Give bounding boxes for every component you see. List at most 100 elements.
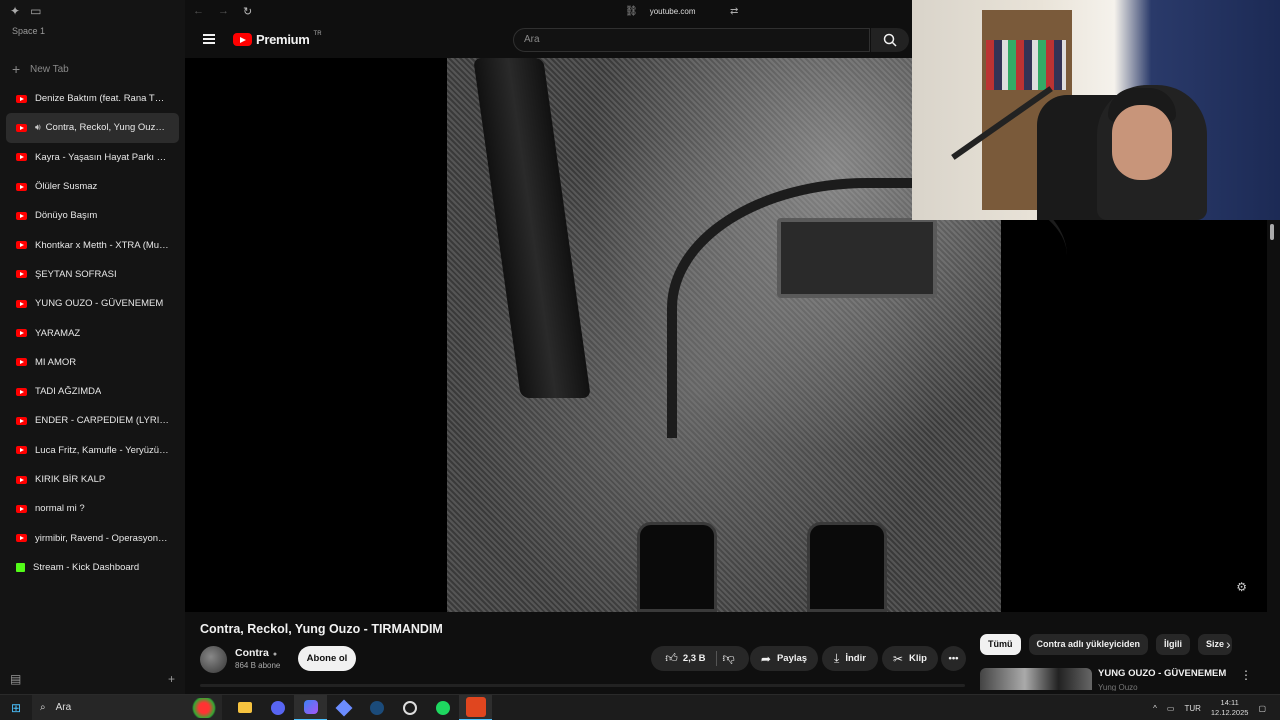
like-count: 2,3 B bbox=[682, 653, 706, 664]
back-icon[interactable]: ← bbox=[193, 5, 204, 18]
site-settings-icon[interactable]: ⇄ bbox=[730, 6, 738, 17]
recommended-video-title[interactable]: YUNG OUZO - GÜVENEMEM bbox=[1098, 668, 1226, 679]
archive-icon[interactable]: ▤ bbox=[10, 672, 21, 686]
channel-name[interactable]: Contra ● bbox=[235, 647, 277, 659]
logo-text: Premium bbox=[256, 32, 310, 47]
sidebar-tab-title: Denize Baktım (feat. Rana Türkyıl... bbox=[35, 93, 169, 105]
sidebar-tab-title: Contra, Reckol, Yung Ouzo -... bbox=[45, 122, 169, 134]
sidebar-tab[interactable]: ŞEYTAN SOFRASI bbox=[6, 260, 179, 289]
sidebar-tab-title: KIRIK BİR KALP bbox=[35, 474, 106, 485]
git-icon[interactable] bbox=[327, 695, 360, 720]
page-scrollbar[interactable] bbox=[1267, 220, 1280, 694]
scissors-icon: ✂ bbox=[892, 651, 904, 666]
sidebar-tab[interactable]: Luca Fritz, Kamufle - Yeryüzünde... bbox=[6, 436, 179, 465]
obs-icon[interactable] bbox=[393, 695, 426, 720]
youtube-icon bbox=[16, 416, 27, 425]
forward-icon[interactable]: → bbox=[218, 5, 229, 18]
arc-browser-icon[interactable] bbox=[294, 694, 327, 720]
file-explorer-icon[interactable] bbox=[228, 695, 261, 720]
add-icon[interactable]: + bbox=[168, 672, 175, 686]
download-button[interactable]: ⤓ İndir bbox=[822, 646, 878, 671]
clock-time: 14:11 bbox=[1220, 698, 1239, 707]
chevron-right-icon[interactable]: › bbox=[1226, 636, 1231, 652]
verified-icon: ● bbox=[272, 651, 278, 658]
search-highlight-icon bbox=[190, 697, 218, 718]
sidebar-tab[interactable]: TADI AĞZIMDA bbox=[6, 377, 179, 406]
subscribe-button[interactable]: Abone ol bbox=[298, 646, 356, 671]
youtube-icon bbox=[16, 241, 27, 250]
sidebar-toggle-icon[interactable]: ▭ bbox=[30, 4, 41, 18]
youtube-premium-logo[interactable]: Premium TR bbox=[233, 31, 322, 47]
description-box[interactable] bbox=[200, 684, 965, 687]
channel-avatar[interactable] bbox=[200, 646, 227, 673]
thumbs-up-icon: 👍︎ bbox=[665, 651, 678, 665]
filter-chip[interactable]: Contra adlı yükleyiciden bbox=[1028, 634, 1149, 655]
search-button[interactable] bbox=[871, 28, 909, 52]
filter-chip[interactable]: Tümü bbox=[980, 634, 1021, 655]
sidebar-tab-title: normal mi ? bbox=[35, 503, 85, 515]
clock-date: 12.12.2025 bbox=[1210, 708, 1249, 717]
speaker-icon[interactable]: 🔊︎ bbox=[35, 122, 41, 133]
language-indicator[interactable]: TUR bbox=[1184, 704, 1200, 713]
sidebar-tab[interactable]: Denize Baktım (feat. Rana Türkyıl... bbox=[6, 84, 179, 113]
sidebar-tab-title: TADI AĞZIMDA bbox=[35, 386, 102, 398]
sidebar-tab[interactable]: normal mi ? bbox=[6, 494, 179, 523]
system-tray: ^ ▭ TUR 14:11 12.12.2025 ▢ bbox=[1153, 695, 1266, 720]
sidebar-tab[interactable]: 🔊︎ Contra, Reckol, Yung Ouzo -... bbox=[6, 113, 179, 143]
clock[interactable]: 14:11 12.12.2025 bbox=[1211, 698, 1249, 718]
youtube-icon bbox=[16, 475, 27, 484]
plus-icon: + bbox=[12, 61, 21, 77]
spotify-icon[interactable] bbox=[426, 695, 459, 720]
search-input[interactable]: Ara bbox=[513, 28, 870, 52]
sidebar-tab[interactable]: yirmibir, Ravend - Operasyon (Of... bbox=[6, 523, 179, 552]
reload-icon[interactable]: ↻ bbox=[243, 5, 252, 18]
channel-name-text: Contra bbox=[235, 647, 269, 659]
sidebar-tab[interactable]: ENDER - CARPEDIEM (LYRIC VID... bbox=[6, 406, 179, 435]
arc-menu-icon[interactable]: ✦ bbox=[10, 4, 20, 18]
notification-icon[interactable]: ▢ bbox=[1258, 704, 1266, 713]
share-button[interactable]: ➦ Paylaş bbox=[750, 646, 818, 671]
sidebar-tab[interactable]: Ölüler Susmaz bbox=[6, 172, 179, 201]
kick-icon bbox=[16, 562, 25, 572]
windows-start-icon[interactable]: ⊞ bbox=[0, 701, 32, 715]
url-bar[interactable]: ⛓ youtube.com bbox=[625, 6, 696, 17]
webcam-overlay bbox=[912, 0, 1280, 220]
sidebar-tab[interactable]: Kayra - Yaşasın Hayat Parkı Fanzi... bbox=[6, 143, 179, 172]
filter-chip[interactable]: İlgili bbox=[1156, 634, 1191, 655]
new-tab-button[interactable]: + New Tab bbox=[0, 56, 185, 82]
sidebar-tab[interactable]: Stream - Kick Dashboard bbox=[6, 553, 179, 582]
share-icon: ➦ bbox=[760, 651, 771, 666]
brave-icon[interactable] bbox=[459, 694, 492, 720]
sidebar-tab[interactable]: Dönüyo Başım bbox=[6, 201, 179, 230]
sidebar-tab-title: yirmibir, Ravend - Operasyon (Of... bbox=[35, 532, 169, 544]
new-tab-label: New Tab bbox=[30, 63, 69, 75]
like-button[interactable]: 👍︎ 2,3 B bbox=[665, 651, 717, 666]
scrollbar-thumb[interactable] bbox=[1270, 224, 1274, 240]
chevron-up-icon[interactable]: ^ bbox=[1153, 704, 1157, 713]
dislike-button[interactable]: 👎︎ bbox=[723, 651, 735, 666]
download-label: İndir bbox=[845, 653, 866, 664]
url-text: youtube.com bbox=[649, 6, 696, 16]
clip-label: Klip bbox=[909, 653, 927, 664]
recommended-video-thumbnail[interactable] bbox=[980, 668, 1092, 690]
sidebar-tab-title: Kayra - Yaşasın Hayat Parkı Fanzi... bbox=[35, 151, 169, 163]
video-settings-icon[interactable]: ⚙ bbox=[1236, 580, 1247, 594]
youtube-icon bbox=[16, 387, 27, 396]
sidebar-tab-title: Stream - Kick Dashboard bbox=[33, 561, 140, 573]
sidebar-tab[interactable]: Khontkar x Metth - XTRA (Music... bbox=[6, 230, 179, 259]
network-icon[interactable]: ▭ bbox=[1167, 704, 1175, 713]
steam-icon[interactable] bbox=[360, 695, 393, 720]
sidebar-tab[interactable]: KIRIK BİR KALP bbox=[6, 465, 179, 494]
kebab-menu-icon[interactable]: ⋮ bbox=[1240, 668, 1252, 682]
clip-button[interactable]: ✂ Klip bbox=[882, 646, 938, 671]
hamburger-menu-icon[interactable] bbox=[203, 34, 215, 44]
sidebar-tab[interactable]: YARAMAZ bbox=[6, 318, 179, 347]
discord-icon[interactable] bbox=[261, 695, 294, 720]
sidebar-tab[interactable]: MI AMOR bbox=[6, 348, 179, 377]
sidebar-tab[interactable]: YUNG OUZO - GÜVENEMEM bbox=[6, 289, 179, 318]
youtube-icon bbox=[16, 446, 27, 455]
more-actions-button[interactable]: ••• bbox=[941, 646, 966, 671]
space-label: Space 1 bbox=[12, 26, 46, 36]
link-icon[interactable]: ⛓ bbox=[625, 6, 638, 17]
recommended-video-channel[interactable]: Yung Ouzo bbox=[1098, 683, 1138, 691]
